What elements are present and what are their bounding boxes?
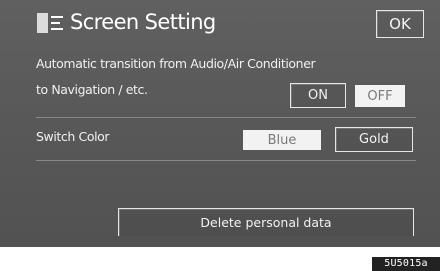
delete-personal-data-button[interactable]: Delete personal data: [118, 208, 414, 236]
transition-label-line1: Automatic transition from Audio/Air Cond…: [36, 56, 316, 71]
switch-color-label: Switch Color: [36, 129, 110, 144]
row-divider: [36, 117, 416, 118]
figure-code-label: 5U5015a: [372, 257, 440, 271]
page-title: Screen Setting: [70, 10, 216, 34]
transition-on-button[interactable]: ON: [290, 83, 346, 108]
screen-setting-panel: Screen Setting OK Automatic transition f…: [0, 0, 440, 247]
row-divider: [36, 160, 416, 161]
transition-label-line2: to Navigation / etc.: [36, 82, 148, 97]
title-icon-page: [37, 13, 48, 33]
switch-color-gold-button[interactable]: Gold: [335, 127, 413, 152]
title-icon-line: [51, 28, 63, 30]
transition-off-button[interactable]: OFF: [355, 85, 405, 107]
title-icon-line: [51, 22, 60, 24]
ok-button[interactable]: OK: [376, 10, 424, 38]
title-icon-line: [51, 16, 63, 18]
switch-color-blue-button[interactable]: Blue: [243, 130, 321, 150]
screen-settings-icon: [37, 13, 63, 33]
